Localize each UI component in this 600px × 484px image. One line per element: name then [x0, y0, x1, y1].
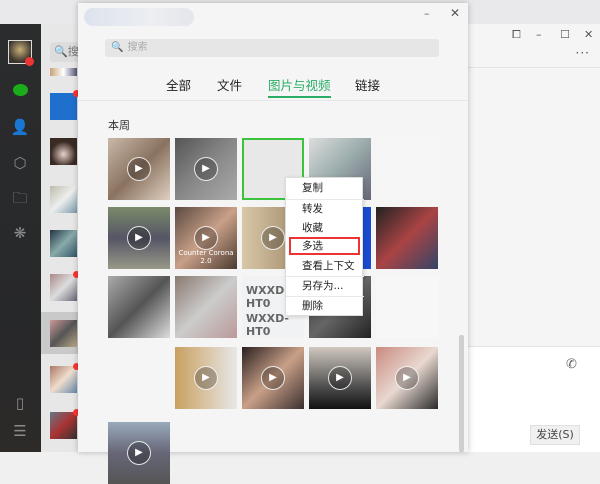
phone-icon[interactable]: ▯	[10, 394, 30, 412]
media-thumbnail[interactable]	[376, 276, 438, 338]
chat-avatar[interactable]	[50, 363, 80, 393]
play-icon: ▶	[328, 366, 352, 390]
chat-header: ⧠ – ☐ ✕ ···	[468, 24, 600, 68]
media-thumbnail[interactable]: ▶	[108, 422, 170, 484]
tab-bar: 全部 文件 图片与视频 链接	[78, 73, 468, 99]
media-thumbnail[interactable]: ▶	[175, 347, 237, 409]
tab-all[interactable]: 全部	[166, 75, 191, 94]
play-icon: ▶	[194, 366, 218, 390]
chat-avatar[interactable]	[50, 90, 80, 120]
play-icon: ▶	[127, 157, 151, 181]
chat-avatar[interactable]	[50, 68, 77, 76]
minimize-icon[interactable]: –	[536, 28, 542, 41]
play-icon: ▶	[261, 366, 285, 390]
media-thumbnail[interactable]	[108, 347, 170, 409]
menu-item-forward[interactable]: 转发	[286, 200, 364, 218]
media-thumbnail[interactable]: ▶	[108, 138, 170, 200]
media-thumbnail[interactable]: ▶	[309, 347, 371, 409]
menu-item-save-as[interactable]: 另存为...	[286, 277, 364, 295]
play-icon: ▶	[261, 226, 285, 250]
media-thumbnail[interactable]: ▶	[108, 207, 170, 269]
media-thumbnail[interactable]	[376, 138, 438, 200]
chat-avatar[interactable]	[50, 320, 77, 347]
folder-icon[interactable]: 🗀	[10, 189, 30, 207]
voice-call-icon[interactable]: ✆	[566, 357, 577, 372]
send-button[interactable]: 发送(S)	[530, 425, 580, 445]
media-thumbnail[interactable]	[175, 276, 237, 338]
maximize-icon[interactable]: ☐	[560, 28, 570, 41]
section-this-week: 本周	[108, 119, 130, 132]
context-menu: 复制 转发 收藏 多选 查看上下文 另存为... 删除	[285, 177, 364, 316]
divider	[78, 100, 468, 101]
minimize-icon[interactable]: –	[424, 7, 430, 20]
search-placeholder: 搜索	[127, 42, 148, 53]
menu-item-favorite[interactable]: 收藏	[286, 219, 364, 237]
search-icon: 🔍	[111, 42, 124, 53]
play-icon: ▶	[395, 366, 419, 390]
chat-files-dialog: – ✕ 🔍 搜索 全部 文件 图片与视频 链接 本周 ▶ ▶ ▶ ▶ Counter Co…	[78, 3, 468, 484]
chat-window: ⧠ – ☐ ✕ ··· ✆ 发送(S)	[468, 24, 600, 452]
chat-avatar[interactable]	[50, 138, 77, 165]
close-icon[interactable]: ✕	[450, 6, 460, 20]
chat-avatar[interactable]	[50, 409, 80, 439]
media-thumbnail[interactable]: ▶	[175, 138, 237, 200]
close-icon[interactable]: ✕	[584, 28, 593, 41]
media-thumbnail[interactable]	[376, 207, 438, 269]
thumbnail-caption: Counter Corona 2.0	[178, 249, 234, 265]
flag-badge	[25, 57, 34, 66]
more-button[interactable]: ···	[576, 46, 590, 60]
miniprogram-icon[interactable]: ❋	[10, 224, 30, 242]
tab-files[interactable]: 文件	[217, 75, 242, 94]
play-icon: ▶	[127, 441, 151, 465]
media-thumbnail[interactable]	[108, 276, 170, 338]
chat-icon[interactable]	[10, 82, 30, 100]
user-avatar[interactable]	[8, 40, 34, 66]
cube-icon[interactable]: ⬡	[10, 154, 30, 172]
media-thumbnail[interactable]: ▶ Counter Corona 2.0	[175, 207, 237, 269]
menu-item-copy[interactable]: 复制	[286, 179, 364, 197]
pin-icon[interactable]: ⧠	[512, 28, 521, 42]
play-icon: ▶	[194, 157, 218, 181]
menu-item-multiselect[interactable]: 多选	[286, 237, 364, 255]
play-icon: ▶	[194, 226, 218, 250]
media-thumbnail[interactable]: ▶	[376, 347, 438, 409]
sidebar: 👤 ⬡ 🗀 ❋ ▯ ☰	[0, 24, 41, 452]
dialog-title-blurred	[84, 8, 194, 26]
menu-item-view-context[interactable]: 查看上下文	[286, 257, 364, 275]
scrollbar[interactable]	[459, 335, 464, 452]
contacts-icon[interactable]: 👤	[10, 118, 30, 136]
chat-avatar[interactable]	[50, 271, 80, 301]
chat-list: 🔍搜	[41, 24, 90, 452]
tab-links[interactable]: 链接	[355, 75, 380, 94]
chat-avatar[interactable]	[50, 230, 77, 257]
media-thumbnail[interactable]: ▶	[242, 347, 304, 409]
menu-item-delete[interactable]: 删除	[286, 297, 364, 315]
search-input[interactable]: 🔍 搜索	[105, 39, 439, 57]
menu-icon[interactable]: ☰	[10, 422, 30, 440]
chat-avatar[interactable]	[50, 186, 77, 213]
message-input[interactable]: ✆ 发送(S)	[468, 346, 600, 452]
tab-media[interactable]: 图片与视频	[268, 75, 331, 98]
play-icon: ▶	[127, 226, 151, 250]
